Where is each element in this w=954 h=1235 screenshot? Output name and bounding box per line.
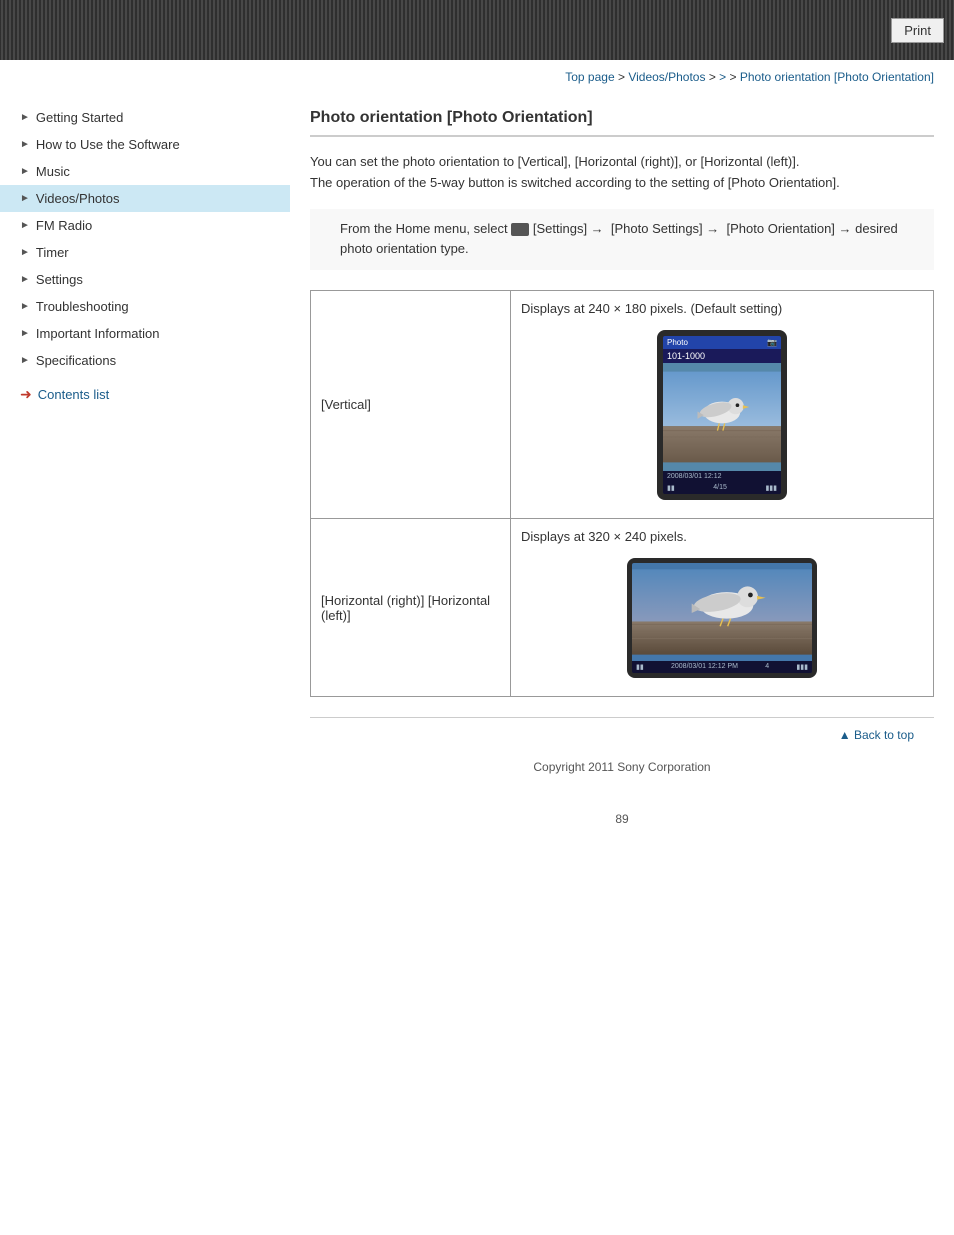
device-screen-vertical: Photo 📷 101-1000	[663, 336, 781, 494]
page-title: Photo orientation [Photo Orientation]	[310, 109, 934, 127]
print-button[interactable]: Print	[891, 18, 944, 43]
device-screen-horizontal: ▮▮ 2008/03/01 12:12 PM 4 ▮▮▮	[632, 563, 812, 673]
instruction-text-part2: [Settings] → [Photo Settings] → [Photo O…	[533, 221, 855, 236]
device-file-info: 101-1000	[667, 351, 705, 361]
device-battery-icon-h: ▮▮▮	[796, 663, 808, 671]
device-status-bar: Photo 📷	[663, 336, 781, 349]
sidebar-item-videos-photos[interactable]: ► Videos/Photos	[0, 185, 290, 212]
orientation-table: [Vertical] Displays at 240 × 180 pixels.…	[310, 290, 934, 697]
contents-list-link[interactable]: ➜ Contents list	[0, 374, 290, 409]
table-cell-vertical-content: Displays at 240 × 180 pixels. (Default s…	[511, 291, 934, 519]
pixel-info-vertical: Displays at 240 × 180 pixels. (Default s…	[521, 301, 923, 316]
device-date-info: 2008/03/01 12:12	[667, 473, 722, 480]
bird-image-vertical	[663, 363, 781, 471]
pixel-info-horizontal: Displays at 320 × 240 pixels.	[521, 529, 923, 544]
breadcrumb-top-page[interactable]: Top page	[565, 70, 614, 84]
table-cell-horizontal-content: Displays at 320 × 240 pixels.	[511, 519, 934, 697]
device-photo-area-vertical	[663, 363, 781, 471]
sidebar-item-getting-started[interactable]: ► Getting Started	[0, 104, 290, 131]
device-date-info-h: 2008/03/01 12:12 PM	[671, 663, 738, 671]
breadcrumb-separator-3: >	[730, 70, 740, 84]
breadcrumb-separator-2: >	[709, 70, 719, 84]
sidebar-item-timer[interactable]: ► Timer	[0, 239, 290, 266]
device-mockup-horizontal: ▮▮ 2008/03/01 12:12 PM 4 ▮▮▮	[627, 558, 817, 678]
device-track-info-h: 4	[765, 663, 769, 671]
device-mockup-vertical: Photo 📷 101-1000	[657, 330, 787, 500]
chevron-right-icon: ►	[20, 139, 30, 150]
device-pause-icon-h: ▮▮	[636, 663, 644, 671]
sidebar-item-how-to-use[interactable]: ► How to Use the Software	[0, 131, 290, 158]
contents-list-label[interactable]: Contents list	[38, 387, 110, 402]
sidebar-item-specifications[interactable]: ► Specifications	[0, 347, 290, 374]
footer-area: Back to top	[310, 717, 934, 752]
device-battery-icon: ▮▮▮	[765, 484, 777, 492]
main-layout: ► Getting Started ► How to Use the Softw…	[0, 94, 954, 856]
device-date-bar: 2008/03/01 12:12	[663, 471, 781, 482]
back-to-top-link[interactable]: Back to top	[839, 728, 914, 742]
sidebar-item-troubleshooting[interactable]: ► Troubleshooting	[0, 293, 290, 320]
chevron-right-icon: ►	[20, 274, 30, 285]
sidebar: ► Getting Started ► How to Use the Softw…	[0, 94, 290, 856]
header-bar: Print	[0, 0, 954, 60]
device-photo-area-horizontal	[632, 563, 812, 661]
sidebar-item-settings[interactable]: ► Settings	[0, 266, 290, 293]
device-bottom-bar-horizontal: ▮▮ 2008/03/01 12:12 PM 4 ▮▮▮	[632, 661, 812, 673]
device-pause-icon: ▮▮	[667, 484, 675, 492]
content-area: Photo orientation [Photo Orientation] Yo…	[290, 94, 954, 856]
description-line-1: You can set the photo orientation to [Ve…	[310, 152, 934, 173]
device-controls-bar: ▮▮ 4/15 ▮▮▮	[663, 482, 781, 494]
table-cell-vertical-label: [Vertical]	[311, 291, 511, 519]
settings-icon	[511, 223, 529, 236]
sidebar-item-important-info[interactable]: ► Important Information	[0, 320, 290, 347]
table-cell-horizontal-label: [Horizontal (right)] [Horizontal (left)]	[311, 519, 511, 697]
sidebar-item-fm-radio[interactable]: ► FM Radio	[0, 212, 290, 239]
chevron-right-icon: ►	[20, 220, 30, 231]
breadcrumb-videos-photos[interactable]: Videos/Photos	[628, 70, 705, 84]
chevron-right-icon: ►	[20, 247, 30, 258]
chevron-right-icon: ►	[20, 355, 30, 366]
chevron-right-icon: ►	[20, 166, 30, 177]
chevron-right-icon: ►	[20, 193, 30, 204]
breadcrumb: Top page > Videos/Photos > > > Photo ori…	[0, 60, 954, 94]
device-photo-label: Photo	[667, 338, 688, 347]
device-file-icon: 📷	[767, 338, 777, 347]
table-row: [Horizontal (right)] [Horizontal (left)]…	[311, 519, 934, 697]
device-file-info-bar: 101-1000	[663, 349, 781, 363]
copyright-text: Copyright 2011 Sony Corporation	[310, 752, 934, 782]
chevron-right-icon: ►	[20, 301, 30, 312]
page-section-title: Photo orientation [Photo Orientation]	[310, 109, 934, 137]
sidebar-item-music[interactable]: ► Music	[0, 158, 290, 185]
device-track-info: 4/15	[713, 484, 727, 492]
instruction-text-before-icon: From the Home menu, select	[340, 221, 511, 236]
chevron-right-icon: ►	[20, 328, 30, 339]
chevron-right-icon: ►	[20, 112, 30, 123]
description-line-2: The operation of the 5-way button is swi…	[310, 173, 934, 194]
table-row: [Vertical] Displays at 240 × 180 pixels.…	[311, 291, 934, 519]
breadcrumb-current-page[interactable]: Photo orientation [Photo Orientation]	[740, 70, 934, 84]
description-block: You can set the photo orientation to [Ve…	[310, 152, 934, 194]
bird-image-horizontal	[632, 563, 812, 661]
breadcrumb-separator-1: >	[618, 70, 628, 84]
instruction-box: From the Home menu, select [Settings] → …	[310, 209, 934, 271]
arrow-right-icon: ➜	[20, 386, 32, 403]
page-number: 89	[310, 802, 934, 836]
breadcrumb-photo-settings[interactable]: >	[719, 70, 729, 84]
